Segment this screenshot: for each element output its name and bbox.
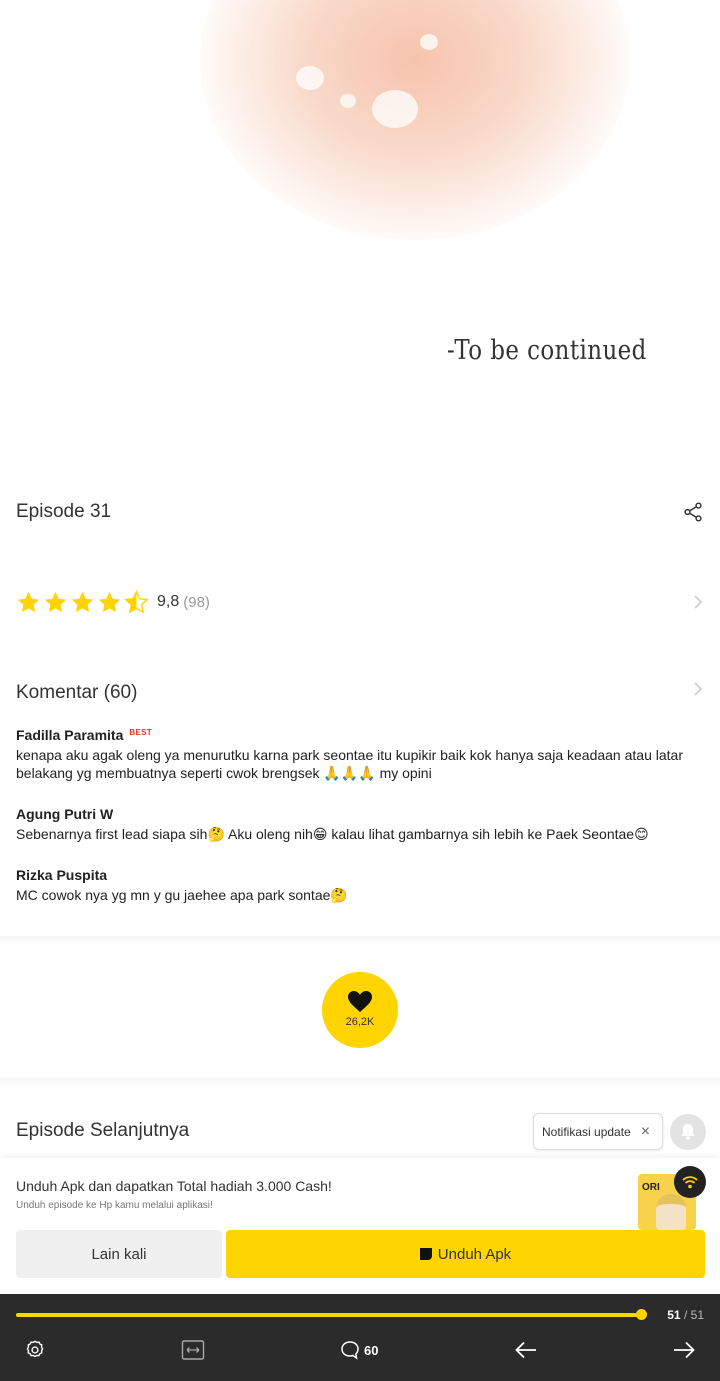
reader-bottom-bar: 51 / 51 60 [0,1294,720,1381]
comment-text: Sebenarnya first lead siapa sih🤔 Aku ole… [16,826,649,842]
bell-icon [681,1124,695,1140]
download-banner-subtitle: Unduh episode ke Hp kamu melalui aplikas… [16,1200,213,1211]
page-current: 51 [667,1308,681,1322]
like-count: 26,2K [345,1016,375,1028]
close-icon[interactable]: × [641,1123,650,1141]
wifi-icon [682,1176,698,1189]
page-separator: / [683,1308,688,1322]
comment-author-name: Agung Putri W [16,806,114,822]
episode-header: Episode 31 [16,496,704,528]
comment-author-name: Fadilla Paramita [16,727,124,743]
star-icon [44,591,67,612]
star-icon [17,591,40,612]
rating-count: (98) [183,593,210,611]
rating-row[interactable]: 9,8 (98) [16,586,704,618]
chevron-right-icon[interactable] [692,594,704,610]
like-button[interactable]: 26,2K [322,972,398,1048]
half-star-icon [124,589,149,614]
chevron-right-icon[interactable] [692,681,704,697]
arrow-left-icon [515,1341,536,1359]
section-divider [0,936,720,944]
comment-bubble-icon [341,1341,359,1360]
arrow-right-icon [674,1341,695,1359]
comment-item[interactable]: Agung Putri W Sebenarnya first lead siap… [16,806,708,843]
comments-button[interactable]: 60 [340,1338,378,1362]
notification-bell-button[interactable] [670,1114,706,1150]
next-episode-title: Episode Selanjutnya [16,1120,190,1141]
next-episode-button[interactable] [672,1338,696,1362]
settings-button[interactable] [24,1338,46,1362]
comment-author: Agung Putri W [16,806,708,822]
artwork-bokeh [340,94,356,108]
comments-header[interactable]: Komentar (60) [16,678,704,708]
comments-title: Komentar (60) [16,682,138,703]
download-app-banner: Unduh Apk dan dapatkan Total hadiah 3.00… [0,1158,720,1294]
thumbnail-character [656,1194,686,1230]
apk-icon [419,1248,432,1260]
notification-label: Notifikasi update [542,1124,631,1139]
comic-panel: -To be continued [0,0,720,470]
download-apk-label: Unduh Apk [437,1245,512,1263]
comment-text: kenapa aku agak oleng ya menurutku karna… [16,747,683,781]
comment-author: Fadilla Paramita BEST [16,727,708,743]
star-icon [98,591,121,612]
page-total: 51 [690,1308,704,1322]
comment-item[interactable]: Rizka Puspita MC cowok nya yg mn y gu ja… [16,867,708,904]
rating-stars [16,589,149,615]
rating-value: 9,8 [157,593,180,610]
notification-tooltip[interactable]: Notifikasi update × [533,1113,663,1150]
later-button[interactable]: Lain kali [16,1230,222,1278]
best-badge: BEST [129,727,152,737]
gear-icon [26,1340,44,1358]
to-be-continued-text: -To be continued [447,335,647,366]
episode-title: Episode 31 [16,501,112,522]
heart-icon [348,991,372,1012]
comic-artwork-blur [200,0,630,240]
download-banner-title: Unduh Apk dan dapatkan Total hadiah 3.00… [16,1178,332,1194]
comment-count: 60 [364,1342,379,1358]
share-icon[interactable] [682,501,704,523]
fit-width-button[interactable] [181,1338,205,1362]
previous-episode-button[interactable] [514,1338,538,1362]
section-divider [0,1078,720,1086]
artwork-bokeh [296,66,324,90]
download-apk-button[interactable]: Unduh Apk [226,1230,705,1278]
comment-item[interactable]: Fadilla Paramita BEST kenapa aku agak ol… [16,727,708,782]
artwork-bokeh [372,90,418,128]
star-icon [71,591,94,612]
thumbnail-label: ORI [642,1182,660,1193]
wifi-badge [674,1166,706,1198]
comment-text: MC cowok nya yg mn y gu jaehee apa park … [16,887,348,903]
progress-slider-thumb[interactable] [636,1309,647,1320]
comment-author: Rizka Puspita [16,867,708,883]
artwork-bokeh [420,34,438,50]
comment-author-name: Rizka Puspita [16,867,108,883]
page-indicator: 51 / 51 [667,1308,704,1322]
reading-progress-bar[interactable] [16,1313,642,1317]
fit-width-icon [181,1340,205,1360]
